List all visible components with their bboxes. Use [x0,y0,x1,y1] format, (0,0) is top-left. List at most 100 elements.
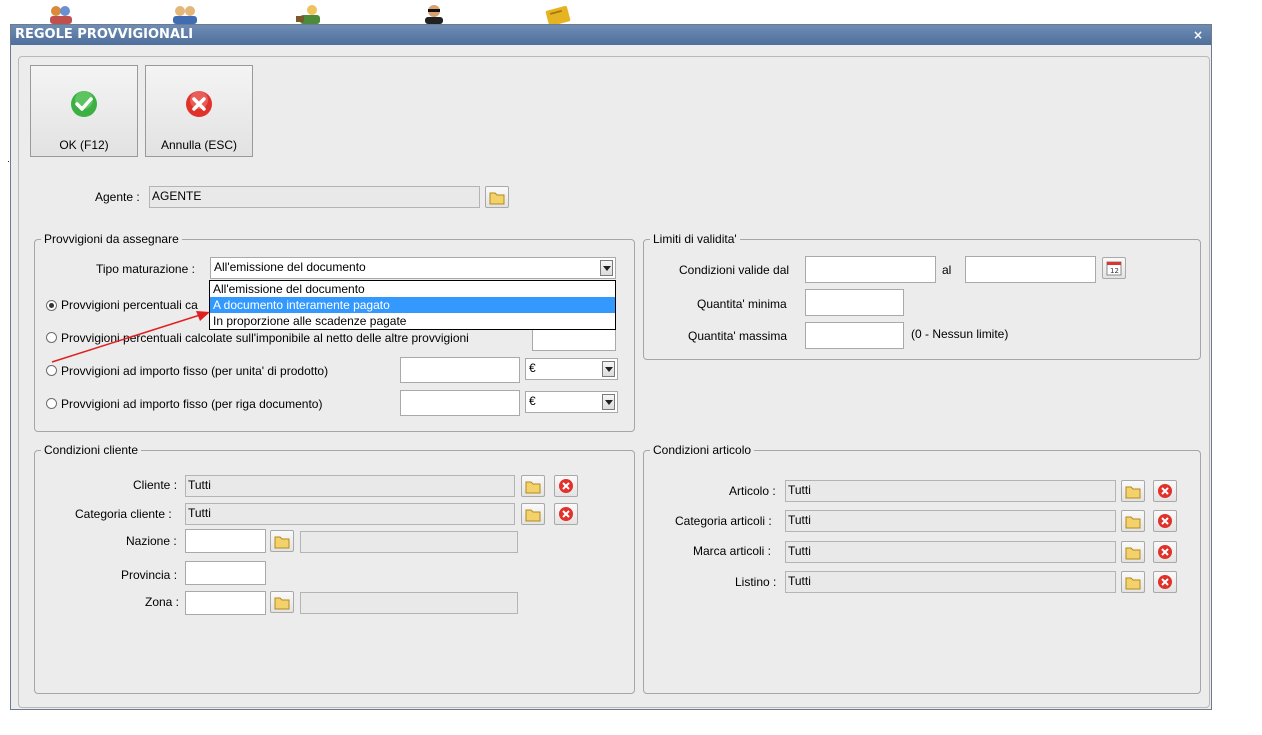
clear-icon [559,479,573,493]
chevron-down-icon[interactable] [602,394,615,410]
clear-icon [1158,484,1172,498]
folder-icon [1125,486,1141,499]
radio-fisso-riga[interactable] [46,398,57,409]
agent-icon[interactable] [420,2,450,24]
provincia-label: Provincia : [121,568,178,582]
folder-icon [274,597,290,610]
cliente-legend: Condizioni cliente [44,443,139,457]
quantita-massima-field[interactable] [805,322,904,349]
quantita-minima-label: Quantita' minima [697,297,787,311]
categoria-cliente-label: Categoria cliente : [75,507,172,521]
nazione-field[interactable] [185,529,266,553]
clear-icon [1158,575,1172,589]
percentuale-netto-field[interactable] [532,329,616,351]
marca-articoli-browse-button[interactable] [1121,541,1145,563]
data-dal-label: Condizioni valide dal [679,263,790,277]
cliente-label: Cliente : [133,478,178,492]
articolo-field[interactable]: Tutti [785,480,1116,502]
folder-book-icon[interactable] [544,2,574,27]
agent-label: Agente : [95,190,140,204]
articolo-clear-button[interactable] [1153,480,1177,502]
tipo-maturazione-value: All'emissione del documento [214,260,366,274]
articolo-browse-button[interactable] [1121,480,1145,502]
chevron-down-icon[interactable] [600,260,613,276]
categoria-articoli-label: Categoria articoli : [675,514,772,528]
categoria-cliente-clear-button[interactable] [554,503,578,525]
limiti-legend: Limiti di validita' [653,232,737,246]
data-dal-field[interactable] [805,256,936,283]
clear-icon [1158,545,1172,559]
folder-icon [1125,516,1141,529]
zona-label: Zona : [145,595,180,609]
articolo-legend: Condizioni articolo [653,443,752,457]
listino-label: Listino : [735,575,777,589]
cancel-button[interactable]: Annulla (ESC) [145,65,253,157]
cliente-field[interactable]: Tutti [185,475,515,497]
team-icon[interactable] [170,2,200,24]
window-title: REGOLE PROVVIGIONALI [15,27,194,42]
marca-articoli-clear-button[interactable] [1153,541,1177,563]
provvigioni-legend: Provvigioni da assegnare [44,232,179,246]
zona-browse-button[interactable] [270,591,294,613]
folder-icon [274,536,290,549]
listino-field[interactable]: Tutti [785,571,1116,593]
folder-icon [1125,577,1141,590]
clear-icon [1158,514,1172,528]
title-bar: REGOLE PROVVIGIONALI × [11,25,1211,45]
folder-icon [1125,547,1141,560]
dropdown-option-selected[interactable]: A documento interamente pagato [210,297,615,313]
dropdown-option[interactable]: In proporzione alle scadenze pagate [210,313,615,329]
agent-browse-button[interactable] [485,186,509,208]
svg-text:12: 12 [1110,267,1119,275]
agent-field[interactable]: AGENTE [149,186,480,208]
quantita-massima-label: Quantita' massima [688,329,787,343]
cancel-icon [186,91,212,117]
tipo-maturazione-dropdown: All'emissione del documento A documento … [209,280,616,330]
listino-browse-button[interactable] [1121,571,1145,593]
ok-label: OK (F12) [59,138,109,152]
categoria-articoli-field[interactable]: Tutti [785,510,1116,532]
radio-fisso-riga-label: Provvigioni ad importo fisso (per riga d… [61,397,323,411]
tipo-maturazione-select[interactable]: All'emissione del documento [210,257,616,279]
folder-icon [525,509,541,522]
cliente-clear-button[interactable] [554,475,578,497]
chevron-down-icon[interactable] [602,361,615,377]
currency-2-value: € [529,394,536,408]
categoria-articoli-clear-button[interactable] [1153,510,1177,532]
listino-clear-button[interactable] [1153,571,1177,593]
quantita-massima-hint: (0 - Nessun limite) [911,327,1009,341]
ok-button[interactable]: OK (F12) [30,65,138,157]
provincia-field[interactable] [185,561,266,585]
categoria-articoli-browse-button[interactable] [1121,510,1145,532]
nazione-description-field [300,531,518,553]
nazione-browse-button[interactable] [270,530,294,552]
folder-icon [525,481,541,494]
currency-1-value: € [529,361,536,375]
importo-riga-field[interactable] [400,390,520,416]
cliente-browse-button[interactable] [521,475,545,497]
marca-articoli-field[interactable]: Tutti [785,541,1116,563]
dropdown-option[interactable]: All'emissione del documento [210,281,615,297]
marca-articoli-label: Marca articoli : [693,544,772,558]
articolo-label: Articolo : [729,484,776,498]
quantita-minima-field[interactable] [805,289,904,316]
calendar-icon: 12 [1106,261,1122,276]
importo-unita-field[interactable] [400,357,520,383]
check-icon [71,91,97,117]
users-icon[interactable] [46,2,76,24]
annotation-arrow [51,311,210,363]
cancel-label: Annulla (ESC) [160,138,238,152]
close-icon[interactable]: × [1193,25,1203,45]
currency-select-2[interactable]: € [525,391,618,413]
data-al-field[interactable] [965,256,1096,283]
data-al-label: al [942,263,952,277]
zona-field[interactable] [185,591,266,615]
tipo-maturazione-label: Tipo maturazione : [96,262,195,276]
categoria-cliente-field[interactable]: Tutti [185,503,515,525]
currency-select-1[interactable]: € [525,358,618,380]
worker-icon[interactable] [294,2,324,24]
nazione-label: Nazione : [126,534,177,548]
categoria-cliente-browse-button[interactable] [521,503,545,525]
folder-icon [489,192,505,205]
calendar-button[interactable]: 12 [1102,257,1126,279]
